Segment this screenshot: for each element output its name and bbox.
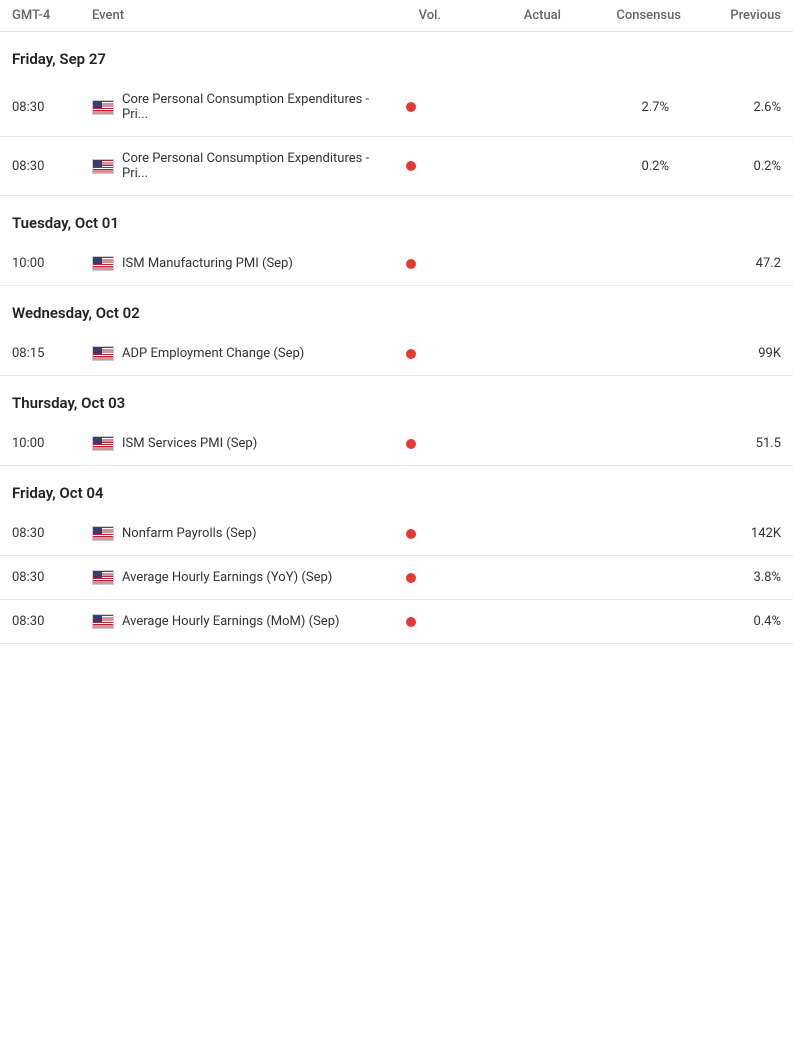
us-flag-icon	[92, 436, 114, 451]
event-cell: Average Hourly Earnings (YoY) (Sep)	[92, 570, 381, 585]
col-event: Event	[92, 8, 381, 23]
volatility-dot-icon	[406, 617, 416, 627]
section-2: Wednesday, Oct 02 08:15 ADP Employment Cha…	[0, 286, 793, 376]
calendar-body: Friday, Sep 27 08:30 Core Personal Consump…	[0, 32, 793, 644]
volatility-dot-icon	[406, 529, 416, 539]
event-time: 08:30	[12, 100, 92, 115]
consensus-value: 2.7%	[561, 100, 681, 115]
section-1: Tuesday, Oct 01 10:00 ISM Manufacturing PM…	[0, 196, 793, 286]
us-flag-icon	[92, 526, 114, 541]
col-vol: Vol.	[381, 8, 441, 23]
us-flag-icon	[92, 570, 114, 585]
volatility-dot-icon	[406, 259, 416, 269]
table-row[interactable]: 08:30 Nonfarm Payrolls (Sep) 142K	[0, 512, 793, 556]
us-flag-icon	[92, 100, 114, 115]
event-name: ADP Employment Change (Sep)	[122, 346, 304, 361]
event-time: 08:30	[12, 570, 92, 585]
event-cell: Core Personal Consumption Expenditures -…	[92, 151, 381, 181]
volatility-dot-icon	[406, 439, 416, 449]
volatility-cell	[381, 161, 441, 171]
event-cell: ISM Services PMI (Sep)	[92, 436, 381, 451]
consensus-value: 0.2%	[561, 159, 681, 174]
previous-value: 0.2%	[681, 159, 781, 174]
event-name: Core Personal Consumption Expenditures -…	[122, 92, 381, 122]
volatility-cell	[381, 349, 441, 359]
section-date-0: Friday, Sep 27	[0, 32, 793, 78]
section-0: Friday, Sep 27 08:30 Core Personal Consump…	[0, 32, 793, 196]
us-flag-icon	[92, 159, 114, 174]
previous-value: 142K	[681, 526, 781, 541]
table-row[interactable]: 10:00 ISM Services PMI (Sep) 51.5	[0, 422, 793, 466]
table-row[interactable]: 08:30 Average Hourly Earnings (MoM) (Sep)…	[0, 600, 793, 644]
event-cell: Core Personal Consumption Expenditures -…	[92, 92, 381, 122]
table-row[interactable]: 08:30 Core Personal Consumption Expenditu…	[0, 78, 793, 137]
event-time: 10:00	[12, 436, 92, 451]
previous-value: 3.8%	[681, 570, 781, 585]
volatility-cell	[381, 102, 441, 112]
previous-value: 99K	[681, 346, 781, 361]
event-cell: Nonfarm Payrolls (Sep)	[92, 526, 381, 541]
section-date-2: Wednesday, Oct 02	[0, 286, 793, 332]
event-time: 08:30	[12, 526, 92, 541]
section-date-1: Tuesday, Oct 01	[0, 196, 793, 242]
previous-value: 0.4%	[681, 614, 781, 629]
section-4: Friday, Oct 04 08:30 Nonfarm Payrolls (Sep…	[0, 466, 793, 644]
volatility-dot-icon	[406, 102, 416, 112]
event-name: ISM Services PMI (Sep)	[122, 436, 257, 451]
volatility-cell	[381, 259, 441, 269]
us-flag-icon	[92, 346, 114, 361]
table-row[interactable]: 10:00 ISM Manufacturing PMI (Sep) 47.2	[0, 242, 793, 286]
table-row[interactable]: 08:15 ADP Employment Change (Sep) 99K	[0, 332, 793, 376]
col-actual: Actual	[441, 8, 561, 23]
section-date-4: Friday, Oct 04	[0, 466, 793, 512]
event-cell: ISM Manufacturing PMI (Sep)	[92, 256, 381, 271]
volatility-dot-icon	[406, 161, 416, 171]
event-name: Average Hourly Earnings (MoM) (Sep)	[122, 614, 340, 629]
volatility-cell	[381, 573, 441, 583]
previous-value: 2.6%	[681, 100, 781, 115]
event-time: 08:30	[12, 159, 92, 174]
event-time: 08:30	[12, 614, 92, 629]
table-row[interactable]: 08:30 Core Personal Consumption Expenditu…	[0, 137, 793, 196]
event-cell: ADP Employment Change (Sep)	[92, 346, 381, 361]
table-row[interactable]: 08:30 Average Hourly Earnings (YoY) (Sep)…	[0, 556, 793, 600]
col-previous: Previous	[681, 8, 781, 23]
volatility-dot-icon	[406, 573, 416, 583]
section-date-3: Thursday, Oct 03	[0, 376, 793, 422]
event-name: Core Personal Consumption Expenditures -…	[122, 151, 381, 181]
previous-value: 51.5	[681, 436, 781, 451]
volatility-cell	[381, 439, 441, 449]
volatility-dot-icon	[406, 349, 416, 359]
event-cell: Average Hourly Earnings (MoM) (Sep)	[92, 614, 381, 629]
col-consensus: Consensus	[561, 8, 681, 23]
previous-value: 47.2	[681, 256, 781, 271]
table-header: GMT-4 Event Vol. Actual Consensus Previo…	[0, 0, 793, 32]
section-3: Thursday, Oct 03 10:00 ISM Services PMI (S…	[0, 376, 793, 466]
event-name: ISM Manufacturing PMI (Sep)	[122, 256, 293, 271]
event-name: Nonfarm Payrolls (Sep)	[122, 526, 257, 541]
us-flag-icon	[92, 614, 114, 629]
us-flag-icon	[92, 256, 114, 271]
volatility-cell	[381, 617, 441, 627]
col-timezone: GMT-4	[12, 8, 92, 23]
event-name: Average Hourly Earnings (YoY) (Sep)	[122, 570, 332, 585]
event-time: 10:00	[12, 256, 92, 271]
event-time: 08:15	[12, 346, 92, 361]
volatility-cell	[381, 529, 441, 539]
